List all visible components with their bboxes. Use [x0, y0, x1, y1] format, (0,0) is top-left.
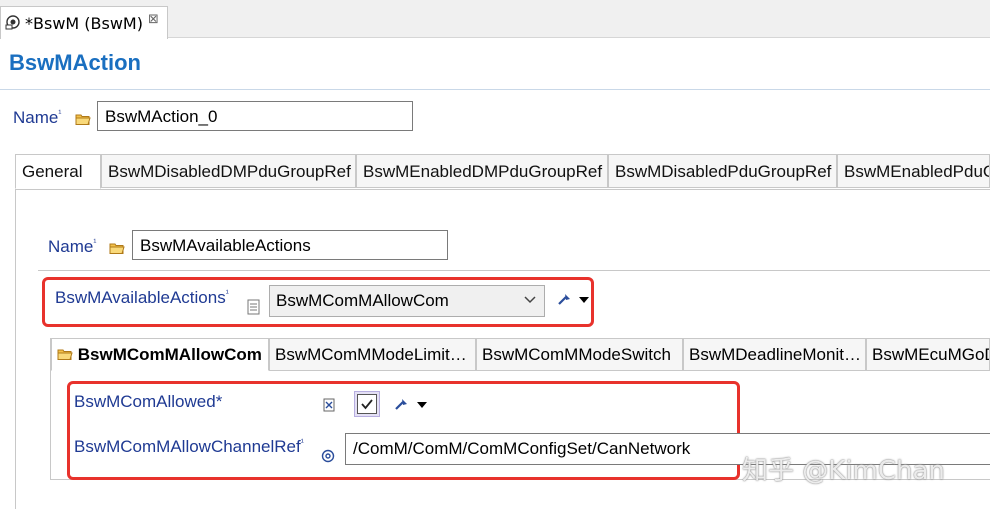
- reference-icon: [321, 449, 335, 463]
- checkmark-icon: [361, 399, 373, 410]
- close-icon[interactable]: ⊠: [148, 12, 159, 27]
- tab-comm-mode-limitation[interactable]: BswMComMModeLimit…: [269, 338, 476, 371]
- section-divider: [38, 270, 990, 271]
- tab-enabled-pdu-group-ref[interactable]: BswMEnabledPduG: [837, 154, 990, 188]
- channel-ref-label: BswMComMAllowChannelRef¹: [74, 437, 304, 456]
- chevron-down-icon[interactable]: [523, 293, 537, 307]
- open-folder-icon: [57, 349, 73, 360]
- title-divider: [0, 89, 990, 90]
- editor-tab-bswm[interactable]: *BswM (BswM) ⊠: [0, 6, 168, 39]
- tab-ecum-go-down[interactable]: BswMEcuMGoD: [866, 338, 990, 371]
- wand-icon[interactable]: [556, 292, 572, 308]
- wand-icon[interactable]: [393, 397, 409, 413]
- editor-tab-label: *BswM (BswM): [25, 14, 143, 33]
- choice-document-icon: [247, 299, 260, 315]
- dropdown-arrow-icon[interactable]: [416, 400, 428, 410]
- watermark: 知乎 @KimChan: [742, 456, 945, 486]
- open-folder-icon[interactable]: [75, 113, 91, 126]
- tab-comm-allow-com[interactable]: BswMComMAllowCom: [51, 338, 269, 371]
- available-actions-name-field[interactable]: BswMAvailableActions: [132, 230, 448, 260]
- name-field[interactable]: BswMAction_0: [97, 101, 413, 131]
- open-folder-icon[interactable]: [109, 242, 125, 255]
- com-allowed-label: BswMComAllowed*: [74, 392, 223, 411]
- section-tabs: General BswMDisabledDMPduGroupRef BswMEn…: [15, 154, 990, 190]
- tab-label: BswMComMAllowCom: [77, 345, 262, 364]
- com-allowed-checkbox[interactable]: [357, 394, 377, 414]
- page-title: BswMAction: [9, 50, 141, 75]
- boolean-icon: [323, 398, 335, 412]
- available-actions-select[interactable]: BswMComMAllowCom: [269, 285, 545, 317]
- tab-enabled-dm-pdu-group-ref[interactable]: BswMEnabledDMPduGroupRef: [356, 154, 608, 188]
- module-config-icon: [5, 15, 20, 30]
- tab-general[interactable]: General: [15, 154, 101, 189]
- name-label: Name¹: [13, 108, 62, 127]
- available-actions-label: BswMAvailableActions¹: [55, 288, 229, 307]
- general-name-label: Name¹: [48, 237, 97, 256]
- tab-deadline-monitoring[interactable]: BswMDeadlineMonit…: [683, 338, 866, 371]
- dropdown-arrow-icon[interactable]: [578, 295, 590, 305]
- tab-comm-mode-switch[interactable]: BswMComMModeSwitch: [476, 338, 683, 371]
- tab-disabled-pdu-group-ref[interactable]: BswMDisabledPduGroupRef: [608, 154, 837, 188]
- tab-disabled-dm-pdu-group-ref[interactable]: BswMDisabledDMPduGroupRef: [101, 154, 356, 188]
